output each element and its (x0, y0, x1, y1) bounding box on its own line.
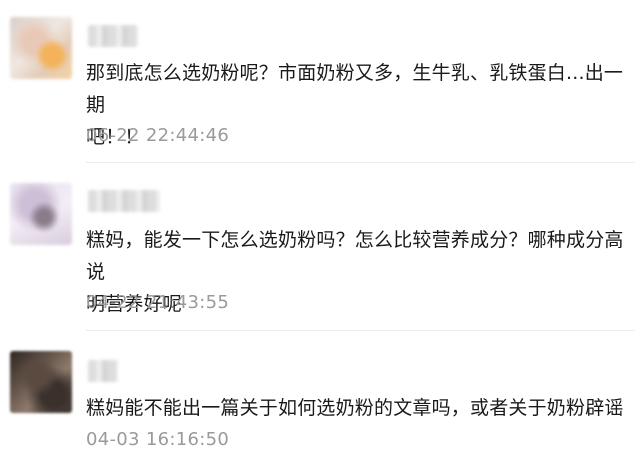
nickname-blurred[interactable] (88, 360, 118, 382)
nickname-blurred[interactable] (88, 25, 138, 47)
comment-text: 糕妈能不能出一篇关于如何选奶粉的文章吗，或者关于奶粉辟谣 (86, 397, 624, 419)
avatar[interactable] (10, 17, 72, 79)
avatar[interactable] (10, 183, 72, 245)
nickname-blurred[interactable] (88, 190, 160, 212)
comment-item: 那到底怎么选奶粉呢？市面奶粉又多，生牛乳、乳铁蛋白...出一期 吧！！ 06-2… (0, 0, 635, 160)
comment-item: 糕妈能不能出一篇关于如何选奶粉的文章吗，或者关于奶粉辟谣 04-03 16:16… (0, 331, 635, 465)
comment-list: 那到底怎么选奶粉呢？市面奶粉又多，生牛乳、乳铁蛋白...出一期 吧！！ 06-2… (0, 0, 635, 465)
comment-timestamp: 04-03 16:16:50 (86, 429, 230, 450)
comment-timestamp: 06-22 22:44:46 (86, 125, 230, 146)
avatar[interactable] (10, 351, 72, 413)
comment-item: 糕妈，能发一下怎么选奶粉吗？怎么比较营养成分？哪种成分高说 明营养好呢 04-2… (0, 163, 635, 330)
comment-timestamp: 04-22 21:43:55 (86, 292, 230, 313)
